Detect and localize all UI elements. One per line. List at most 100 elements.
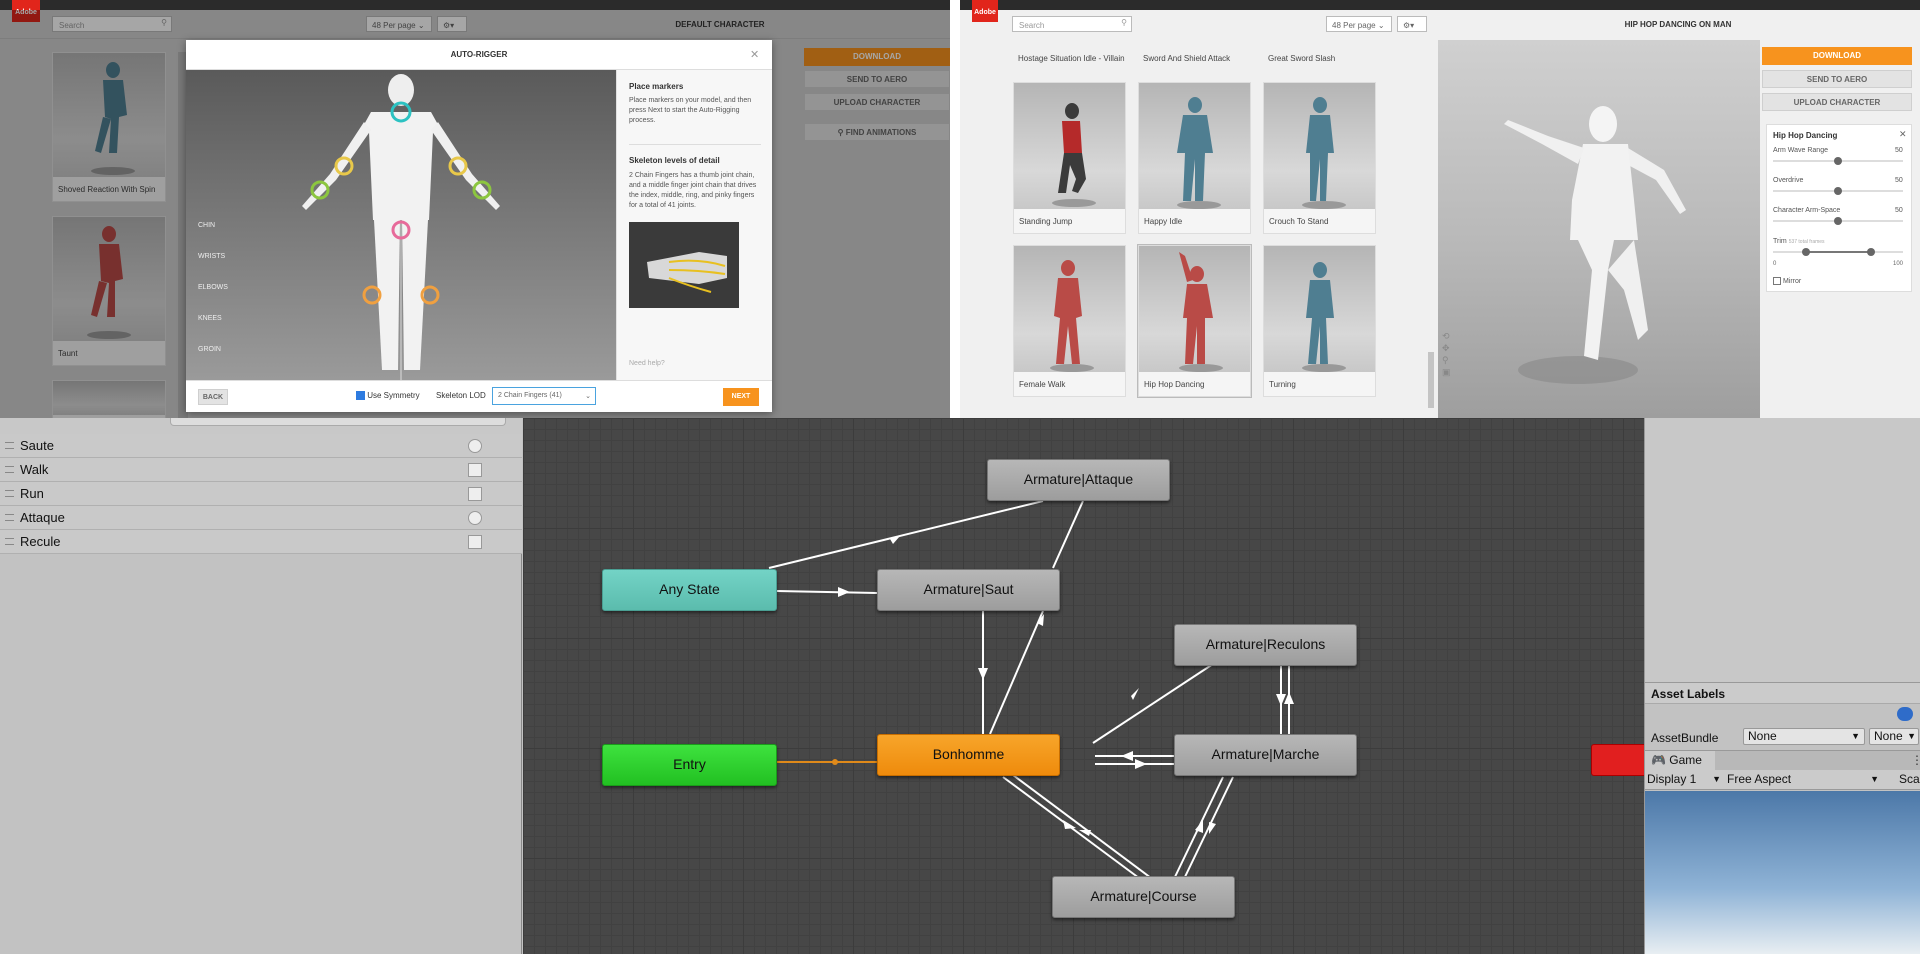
camera-icon[interactable]: ▣ <box>1442 367 1451 377</box>
drag-handle-icon[interactable] <box>5 466 14 473</box>
parameter-name[interactable]: Attaque <box>20 510 65 525</box>
need-help-link[interactable]: Need help? <box>629 360 665 367</box>
left-mixamo-window: Adobe Search ⚲ 48 Per page ⌄ ⚙▾ DEFAULT … <box>0 0 950 418</box>
trim-min: 0 <box>1773 261 1777 267</box>
state-entry[interactable]: Entry <box>602 744 777 786</box>
back-button[interactable]: BACK <box>198 389 228 405</box>
bool-checkbox[interactable] <box>468 487 482 501</box>
search-input[interactable]: Search ⚲ <box>1012 16 1132 32</box>
skeleton-lod-value: 2 Chain Fingers (41) <box>498 392 562 399</box>
scrollbar-thumb[interactable] <box>1428 352 1434 408</box>
drag-handle-icon[interactable] <box>5 538 14 545</box>
parameter-name[interactable]: Run <box>20 486 44 501</box>
adobe-logo[interactable]: Adobe <box>972 0 998 22</box>
checkbox-icon[interactable] <box>1773 277 1781 285</box>
state-any-state[interactable]: Any State <box>602 569 777 611</box>
animation-card[interactable]: Female Walk <box>1013 245 1126 397</box>
animation-card[interactable]: Crouch To Stand <box>1263 82 1376 234</box>
asset-variant-select[interactable]: None ▼ <box>1869 728 1919 745</box>
joint-label-chin: CHIN <box>198 222 216 229</box>
chevron-down-icon: ▼ <box>1870 774 1879 784</box>
preview-viewport[interactable]: ⟲ ✥ ⚲ ▣ <box>1438 40 1760 418</box>
settings-title: Hip Hop Dancing <box>1773 131 1838 140</box>
drag-handle-icon[interactable] <box>5 442 14 449</box>
skeleton-lod-select[interactable]: 2 Chain Fingers (41) ⌄ <box>492 387 596 405</box>
rig-viewport[interactable]: CHIN WRISTS ELBOWS KNEES GROIN <box>186 70 616 380</box>
slider-handle[interactable] <box>1834 217 1842 225</box>
drag-handle-icon[interactable] <box>5 490 14 497</box>
slider-track[interactable] <box>1773 187 1903 195</box>
animation-card[interactable]: Turning <box>1263 245 1376 397</box>
skeleton-heading: Skeleton levels of detail <box>629 156 720 165</box>
next-button[interactable]: NEXT <box>723 388 759 406</box>
rotate-icon[interactable]: ⟲ <box>1442 331 1450 341</box>
more-options-icon[interactable]: ⋮ <box>1911 753 1920 767</box>
parameter-row[interactable]: Recule <box>0 530 522 554</box>
parameter-name[interactable]: Walk <box>20 462 48 477</box>
checkbox-checked-icon[interactable] <box>356 391 365 401</box>
settings-gear-button[interactable]: ⚙▾ <box>1397 16 1427 32</box>
state-armature-saut[interactable]: Armature|Saut <box>877 569 1060 611</box>
state-bonhomme[interactable]: Bonhomme <box>877 734 1060 776</box>
search-icon[interactable]: ⚲ <box>1121 18 1127 27</box>
mirror-checkbox[interactable]: Mirror <box>1773 277 1801 285</box>
zoom-icon[interactable]: ⚲ <box>1442 355 1449 365</box>
grid-scrollbar[interactable] <box>1428 42 1434 412</box>
slider-handle[interactable] <box>1834 157 1842 165</box>
send-to-aero-button[interactable]: SEND TO AERO <box>1762 70 1912 88</box>
animation-card[interactable]: Happy Idle <box>1138 82 1251 234</box>
display-select[interactable]: Display 1 ▼ <box>1647 771 1723 788</box>
parameter-row[interactable]: Saute <box>0 434 522 458</box>
per-page-select[interactable]: 48 Per page ⌄ <box>1326 16 1392 32</box>
animation-card[interactable]: Hip Hop Dancing <box>1138 245 1251 397</box>
asset-bundle-select[interactable]: None ▼ <box>1743 728 1865 745</box>
slider-handle[interactable] <box>1834 187 1842 195</box>
label-tag-icon[interactable] <box>1897 707 1913 721</box>
use-symmetry-checkbox[interactable]: Use Symmetry <box>356 391 420 401</box>
trim-start-handle[interactable] <box>1801 248 1810 256</box>
help-panel: Place markers Place markers on your mode… <box>616 70 772 380</box>
state-armature-course[interactable]: Armature|Course <box>1052 876 1235 918</box>
state-armature-marche[interactable]: Armature|Marche <box>1174 734 1357 776</box>
upload-character-button[interactable]: UPLOAD CHARACTER <box>1762 93 1912 111</box>
trim-slider[interactable] <box>1773 248 1903 256</box>
top-row-label: Sword And Shield Attack <box>1143 54 1231 63</box>
top-row-label: Great Sword Slash <box>1268 54 1336 63</box>
search-field-fragment[interactable] <box>170 418 506 426</box>
trigger-radio[interactable] <box>468 439 482 453</box>
parameter-name[interactable]: Recule <box>20 534 60 549</box>
pan-icon[interactable]: ✥ <box>1442 343 1450 353</box>
slider-label: Arm Wave Range <box>1773 147 1828 154</box>
joint-label-wrists: WRISTS <box>198 253 226 260</box>
bool-checkbox[interactable] <box>468 535 482 549</box>
place-markers-heading: Place markers <box>629 82 684 91</box>
exit-state-fragment[interactable] <box>1591 744 1644 776</box>
asset-bundle-value: None <box>1748 729 1777 743</box>
slider-track[interactable] <box>1773 157 1903 165</box>
trigger-radio[interactable] <box>468 511 482 525</box>
drag-handle-icon[interactable] <box>5 514 14 521</box>
asset-labels-title: Asset Labels <box>1651 687 1726 701</box>
unity-editor: Saute Walk Run Attaque Recule Armature|A… <box>0 418 1920 954</box>
download-button[interactable]: DOWNLOAD <box>1762 47 1912 65</box>
state-armature-attaque[interactable]: Armature|Attaque <box>987 459 1170 501</box>
parameter-row[interactable]: Walk <box>0 458 522 482</box>
trim-end-handle[interactable] <box>1866 248 1875 256</box>
chevron-down-icon: ▼ <box>1712 774 1721 784</box>
aspect-select[interactable]: Free Aspect ▼ <box>1727 771 1883 788</box>
close-icon[interactable]: ✕ <box>1899 129 1907 140</box>
tab-game[interactable]: 🎮 Game <box>1645 751 1715 771</box>
close-icon[interactable]: ✕ <box>750 48 759 61</box>
viewport-tools[interactable]: ⟲ ✥ ⚲ ▣ <box>1442 330 1454 400</box>
parameter-row[interactable]: Attaque <box>0 506 522 530</box>
parameter-row[interactable]: Run <box>0 482 522 506</box>
parameter-name[interactable]: Saute <box>20 438 54 453</box>
bool-checkbox[interactable] <box>468 463 482 477</box>
slider-track[interactable] <box>1773 217 1903 225</box>
state-armature-reculons[interactable]: Armature|Reculons <box>1174 624 1357 666</box>
animation-card[interactable]: Standing Jump <box>1013 82 1126 234</box>
animator-graph[interactable]: Armature|Attaque Any State Armature|Saut… <box>523 418 1644 954</box>
trim-label: Trim 537 total frames <box>1773 238 1825 245</box>
game-view[interactable] <box>1645 791 1920 954</box>
animation-thumbnail <box>1139 83 1250 209</box>
